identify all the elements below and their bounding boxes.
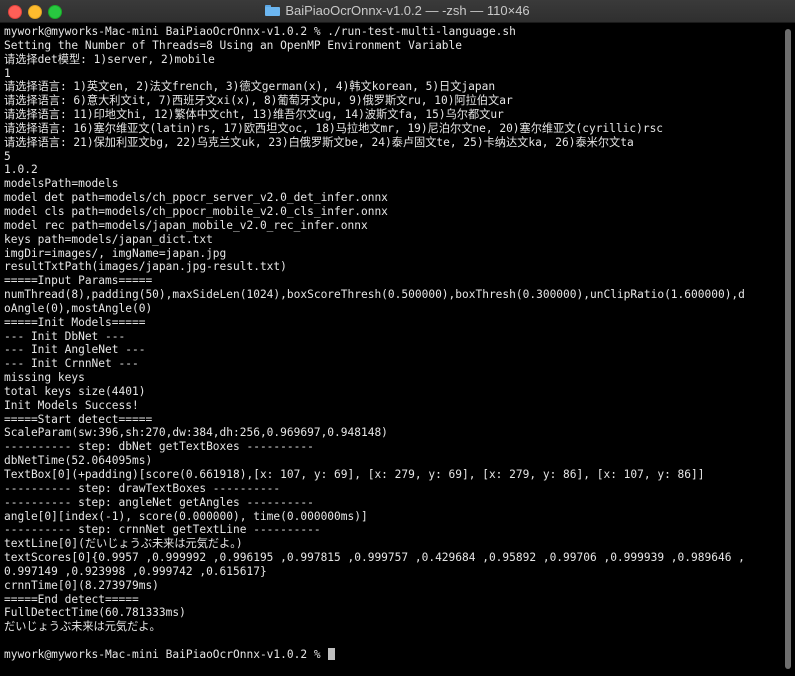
terminal-output[interactable]: mywork@myworks-Mac-mini BaiPiaoOcrOnnx-v… bbox=[0, 23, 778, 676]
terminal-line: textLine[0](だいじょうぶ未来は元気だよ。) bbox=[4, 537, 243, 551]
terminal-line: 0.997149 ,0.923998 ,0.999742 ,0.615617} bbox=[4, 564, 267, 578]
terminal-line: model det path=models/ch_ppocr_server_v2… bbox=[4, 191, 388, 205]
cursor-icon bbox=[328, 647, 336, 660]
terminal-line: ---------- step: dbNet getTextBoxes ----… bbox=[4, 440, 314, 454]
terminal-line: =====Input Params===== bbox=[4, 274, 153, 288]
terminal-window: BaiPiaoOcrOnnx-v1.0.2 — -zsh — 110×46 my… bbox=[0, 0, 795, 676]
terminal-line: oAngle(0),mostAngle(0) bbox=[4, 301, 153, 315]
terminal-line: 请选择语言: 1)英文en, 2)法文french, 3)德文german(x)… bbox=[4, 80, 496, 94]
window-title: BaiPiaoOcrOnnx-v1.0.2 — -zsh — 110×46 bbox=[285, 3, 530, 18]
terminal-line: crnnTime[0](8.273979ms) bbox=[4, 578, 159, 592]
terminal-line: angle[0][index(-1), score(0.000000), tim… bbox=[4, 509, 368, 523]
terminal-line: modelsPath=models bbox=[4, 177, 119, 191]
terminal-line: =====Start detect===== bbox=[4, 412, 153, 426]
terminal-line: FullDetectTime(60.781333ms) bbox=[4, 606, 186, 620]
terminal-line: mywork@myworks-Mac-mini BaiPiaoOcrOnnx-v… bbox=[4, 25, 516, 38]
terminal-line: --- Init CrnnNet --- bbox=[4, 357, 139, 371]
title-bar[interactable]: BaiPiaoOcrOnnx-v1.0.2 — -zsh — 110×46 bbox=[0, 0, 795, 23]
terminal-line: 请选择det模型: 1)server, 2)mobile bbox=[4, 52, 215, 66]
terminal-line: =====Init Models===== bbox=[4, 315, 146, 329]
terminal-line: ---------- step: angleNet getAngles ----… bbox=[4, 495, 314, 509]
prompt-line: mywork@myworks-Mac-mini BaiPiaoOcrOnnx-v… bbox=[4, 647, 778, 662]
terminal-line: 1 bbox=[4, 66, 11, 80]
terminal-line: Init Models Success! bbox=[4, 398, 139, 412]
terminal-line: --- Init DbNet --- bbox=[4, 329, 126, 343]
terminal-line: textScores[0]{0.9957 ,0.999992 ,0.996195… bbox=[4, 551, 745, 565]
vertical-scrollbar[interactable] bbox=[779, 23, 795, 676]
terminal-line: ---------- step: crnnNet getTextLine ---… bbox=[4, 523, 321, 537]
terminal-line: missing keys bbox=[4, 371, 85, 385]
terminal-line: 请选择语言: 21)保加利亚文bg, 22)乌克兰文uk, 23)白俄罗斯文be… bbox=[4, 135, 634, 149]
terminal-line: 请选择语言: 16)塞尔维亚文(latin)rs, 17)欧西坦文oc, 18)… bbox=[4, 121, 664, 135]
terminal-line: numThread(8),padding(50),maxSideLen(1024… bbox=[4, 288, 745, 302]
terminal-line: keys path=models/japan_dict.txt bbox=[4, 232, 213, 246]
terminal-line: ScaleParam(sw:396,sh:270,dw:384,dh:256,0… bbox=[4, 426, 388, 440]
folder-icon bbox=[265, 4, 281, 16]
terminal-line: 请选择语言: 6)意大利文it, 7)西班牙文xi(x), 8)葡萄牙文pu, … bbox=[4, 94, 513, 108]
terminal-line: 请选择语言: 11)印地文hi, 12)繁体中文cht, 13)维吾尔文ug, … bbox=[4, 108, 504, 122]
terminal-line: imgDir=images/, imgName=japan.jpg bbox=[4, 246, 227, 260]
terminal-line: だいじょうぶ未来は元気だよ。 bbox=[4, 620, 161, 634]
terminal-line: dbNetTime(52.064095ms) bbox=[4, 454, 153, 468]
window-title-area: BaiPiaoOcrOnnx-v1.0.2 — -zsh — 110×46 bbox=[0, 0, 795, 22]
terminal-line: model cls path=models/ch_ppocr_mobile_v2… bbox=[4, 204, 388, 218]
terminal-line: TextBox[0](+padding)[score(0.661918),[x:… bbox=[4, 468, 705, 481]
terminal-line: ---------- step: drawTextBoxes ---------… bbox=[4, 481, 281, 495]
scrollbar-thumb[interactable] bbox=[785, 29, 791, 669]
terminal-line: Setting the Number of Threads=8 Using an… bbox=[4, 38, 463, 52]
terminal-line: =====End detect===== bbox=[4, 592, 139, 606]
terminal-line: 5 bbox=[4, 149, 11, 163]
terminal-line: resultTxtPath(images/japan.jpg-result.tx… bbox=[4, 260, 287, 274]
terminal-line: --- Init AngleNet --- bbox=[4, 343, 146, 357]
terminal-line: model rec path=models/japan_mobile_v2.0_… bbox=[4, 218, 368, 232]
terminal-line: 1.0.2 bbox=[4, 163, 38, 177]
terminal-line: total keys size(4401) bbox=[4, 384, 146, 398]
